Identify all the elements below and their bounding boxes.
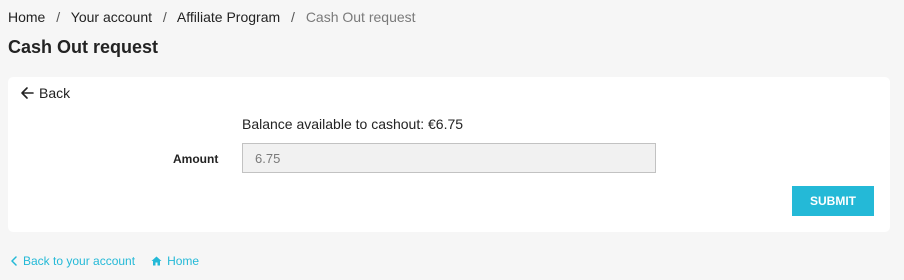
home-link[interactable]: Home: [151, 253, 199, 269]
arrow-left-icon: [20, 86, 34, 100]
breadcrumb-separator: /: [162, 9, 167, 25]
home-label: Home: [167, 254, 200, 268]
submit-button[interactable]: SUBMIT: [792, 186, 874, 216]
footer-links: Back to your account Home: [10, 253, 199, 269]
cashout-card: Back Balance available to cashout: €6.75…: [8, 77, 890, 232]
page-title: Cash Out request: [8, 37, 159, 57]
back-button[interactable]: Back: [20, 84, 70, 102]
amount-input[interactable]: [242, 143, 656, 173]
breadcrumb-separator: /: [291, 9, 295, 25]
home-icon: [151, 256, 162, 266]
balance-text: Balance available to cashout: €6.75: [242, 116, 464, 132]
amount-label: Amount: [173, 152, 219, 166]
back-label: Back: [39, 85, 71, 101]
breadcrumb-home[interactable]: Home: [8, 9, 45, 25]
back-to-account-link[interactable]: Back to your account: [10, 253, 135, 269]
breadcrumb-separator: /: [56, 9, 61, 25]
breadcrumb-current: Cash Out request: [305, 9, 416, 25]
chevron-left-icon: [10, 256, 18, 266]
back-to-account-label: Back to your account: [23, 254, 136, 268]
breadcrumb-your-account[interactable]: Your account: [71, 9, 152, 25]
breadcrumb: Home / Your account / Affiliate Program …: [8, 8, 416, 26]
breadcrumb-affiliate-program[interactable]: Affiliate Program: [177, 9, 280, 25]
